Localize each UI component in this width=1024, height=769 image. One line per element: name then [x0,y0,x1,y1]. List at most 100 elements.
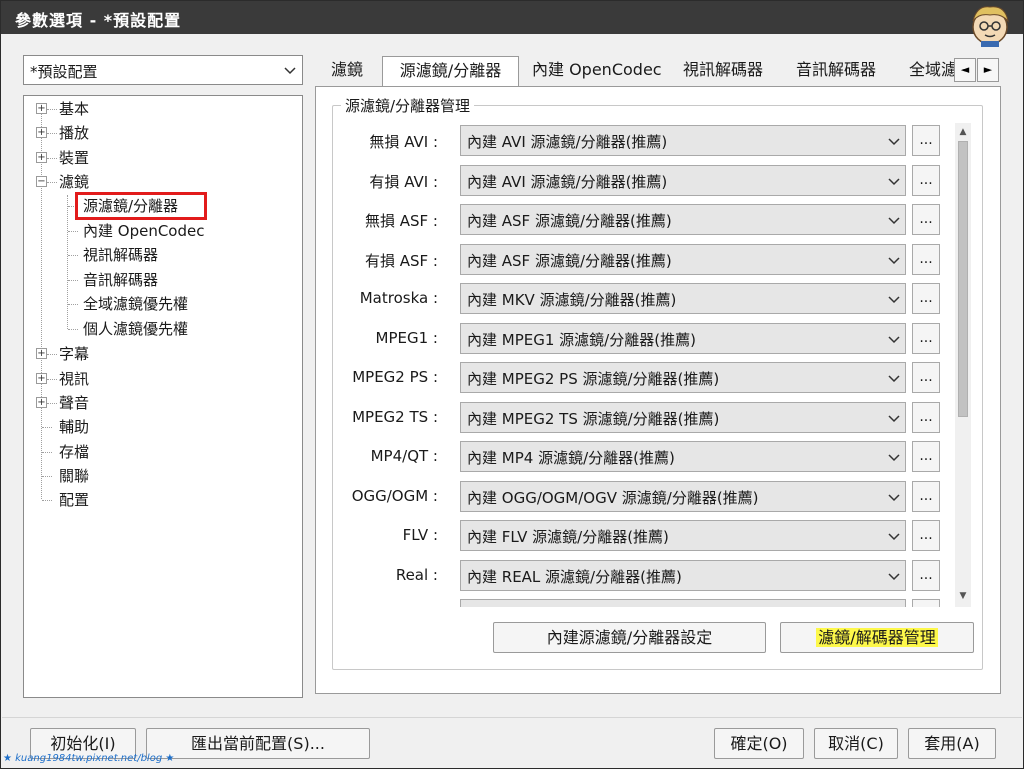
tree-item-video-decoder[interactable]: 視訊解碼器 [81,244,160,266]
row-label: 有損 ASF : [364,252,438,270]
arrow-right-icon: ► [983,63,993,76]
splitter-more-button[interactable]: ... [912,560,940,591]
chevron-down-icon [888,138,900,146]
chevron-down-icon [888,494,900,502]
splitter-dropdown[interactable]: 內建 MP4 源濾鏡/分離器(推薦) [460,441,906,472]
expand-icon[interactable]: + [36,397,47,408]
splitter-more-button[interactable]: ... [912,481,940,512]
splitter-dropdown[interactable]: 內建 ASF 源濾鏡/分離器(推薦) [460,244,906,275]
tree-item-label: 視訊 [59,370,90,388]
tree-item-opencodec[interactable]: 內建 OpenCodec [81,220,206,242]
splitter-more-button[interactable]: ... [912,283,940,314]
cancel-button[interactable]: 取消(C) [814,728,898,759]
tab-source-splitter[interactable]: 源濾鏡/分離器 [382,56,519,87]
splitter-dropdown-value: 內建 ASF 源濾鏡/分離器(推薦) [467,252,672,270]
splitter-more-button[interactable]: ... [912,441,940,472]
tab-scroll-left-button[interactable]: ◄ [954,58,976,82]
tab-opencodec[interactable]: 內建 OpenCodec [520,56,674,86]
window-title: 參數選項 - *預設配置 [15,11,182,30]
tree-item-config[interactable]: 配置 [57,489,91,511]
tree-item-assist[interactable]: 輔助 [57,416,91,438]
tab-audio-decoder[interactable]: 音訊解碼器 [784,56,888,86]
row-label: 有損 AVI : [369,173,438,191]
tab-video-decoder[interactable]: 視訊解碼器 [671,56,775,86]
row-label: 無損 AVI : [369,133,438,151]
expand-icon[interactable]: + [36,127,47,138]
splitter-more-button[interactable]: ... [912,125,940,156]
row-label: MPEG2 PS : [352,368,438,386]
splitter-more-button[interactable]: ... [912,244,940,275]
collapse-icon[interactable]: − [36,176,47,187]
scroll-up-icon[interactable]: ▲ [956,125,970,139]
filter-decoder-manager-label: 濾鏡/解碼器管理 [816,628,938,647]
row-label: MPEG2 TS : [352,408,438,426]
splitter-dropdown[interactable]: 內建 AVI 源濾鏡/分離器(推薦) [460,125,906,156]
user-avatar-icon [972,6,1009,47]
splitter-dropdown-value: 內建 MPEG2 PS 源濾鏡/分離器(推薦) [467,370,720,388]
splitter-more-button[interactable]: ... [912,323,940,354]
scrollbar-thumb[interactable] [958,141,968,417]
rows-scrollbar[interactable]: ▲ ▼ [955,123,971,607]
profile-dropdown-value: *預設配置 [30,63,98,81]
tree-item-label: 內建 OpenCodec [83,222,205,240]
splitter-dropdown[interactable]: 內建 MKV 源濾鏡/分離器(推薦) [460,283,906,314]
tree-item-label: 基本 [59,100,90,118]
splitter-dropdown[interactable]: 內建 FLV 源濾鏡/分離器(推薦) [460,520,906,551]
tab-scroll-right-button[interactable]: ► [977,58,999,82]
splitter-dropdown-value: 內建 AVI 源濾鏡/分離器(推薦) [467,173,668,191]
profile-dropdown[interactable]: *預設配置 [23,55,303,85]
splitter-more-button[interactable]: ... [912,165,940,196]
splitter-more-button-partial[interactable] [912,599,940,607]
expand-icon[interactable]: + [36,103,47,114]
export-config-button[interactable]: 匯出當前配置(S)... [146,728,370,759]
watermark-text: ★ kuang1984tw.pixnet.net/blog ★ [3,753,175,764]
splitter-dropdown[interactable]: 內建 MPEG2 PS 源濾鏡/分離器(推薦) [460,362,906,393]
expand-icon[interactable]: + [36,348,47,359]
ok-button[interactable]: 確定(O) [714,728,804,759]
splitter-dropdown-partial[interactable] [460,599,906,607]
splitter-dropdown-value: 內建 MPEG1 源濾鏡/分離器(推薦) [467,331,696,349]
splitter-dropdown-value: 內建 ASF 源濾鏡/分離器(推薦) [467,212,672,230]
row-label: OGG/OGM : [351,487,438,505]
title-bar[interactable]: 參數選項 - *預設配置 [1,1,1023,34]
expand-icon[interactable]: + [36,152,47,163]
splitter-dropdown-value: 內建 MPEG2 TS 源濾鏡/分離器(推薦) [467,410,720,428]
tree-item-global-priority[interactable]: 全域濾鏡優先權 [81,293,190,315]
tree-item-label: 濾鏡 [59,173,90,191]
splitter-dropdown-value: 內建 MKV 源濾鏡/分離器(推薦) [467,291,677,309]
splitter-dropdown[interactable]: 內建 OGG/OGM/OGV 源濾鏡/分離器(推薦) [460,481,906,512]
selection-outline [75,192,207,220]
splitter-more-button[interactable]: ... [912,362,940,393]
scroll-down-icon[interactable]: ▼ [956,589,970,603]
splitter-dropdown[interactable]: 內建 MPEG2 TS 源濾鏡/分離器(推薦) [460,402,906,433]
splitter-dropdown[interactable]: 內建 REAL 源濾鏡/分離器(推薦) [460,560,906,591]
splitter-dropdown-value: 內建 OGG/OGM/OGV 源濾鏡/分離器(推薦) [467,489,759,507]
chevron-down-icon [888,257,900,265]
splitter-more-button[interactable]: ... [912,402,940,433]
splitter-more-button[interactable]: ... [912,204,940,235]
tree-item-save[interactable]: 存檔 [57,441,91,463]
chevron-down-icon [888,415,900,423]
splitter-more-button[interactable]: ... [912,520,940,551]
splitter-dropdown-value: 內建 AVI 源濾鏡/分離器(推薦) [467,133,668,151]
apply-button[interactable]: 套用(A) [908,728,996,759]
row-label: FLV : [402,526,438,544]
tree-item-association[interactable]: 關聯 [57,465,91,487]
tree-item-label: 播放 [59,124,90,142]
row-label: MPEG1 : [375,329,438,347]
preferences-window: 參數選項 - *預設配置 *預設配置 + 基本 + 播放 + 裝置 − 濾鏡 源… [0,0,1024,769]
expand-icon[interactable]: + [36,373,47,384]
builtin-splitter-settings-button[interactable]: 內建源濾鏡/分離器設定 [493,622,766,653]
arrow-left-icon: ◄ [960,63,970,76]
tree-item-label: 裝置 [59,149,90,167]
tree-item-label: 個人濾鏡優先權 [83,320,189,338]
splitter-dropdown[interactable]: 內建 AVI 源濾鏡/分離器(推薦) [460,165,906,196]
tree-item-personal-priority[interactable]: 個人濾鏡優先權 [81,318,190,340]
splitter-dropdown[interactable]: 內建 ASF 源濾鏡/分離器(推薦) [460,204,906,235]
tab-filters[interactable]: 濾鏡 [319,56,375,86]
filter-decoder-manager-button[interactable]: 濾鏡/解碼器管理 [780,622,974,653]
tree-item-audio-decoder[interactable]: 音訊解碼器 [81,269,160,291]
tree-item-label: 配置 [59,491,90,509]
tab-strip: 濾鏡 源濾鏡/分離器 內建 OpenCodec 視訊解碼器 音訊解碼器 全域濾 … [317,56,1023,87]
splitter-dropdown[interactable]: 內建 MPEG1 源濾鏡/分離器(推薦) [460,323,906,354]
